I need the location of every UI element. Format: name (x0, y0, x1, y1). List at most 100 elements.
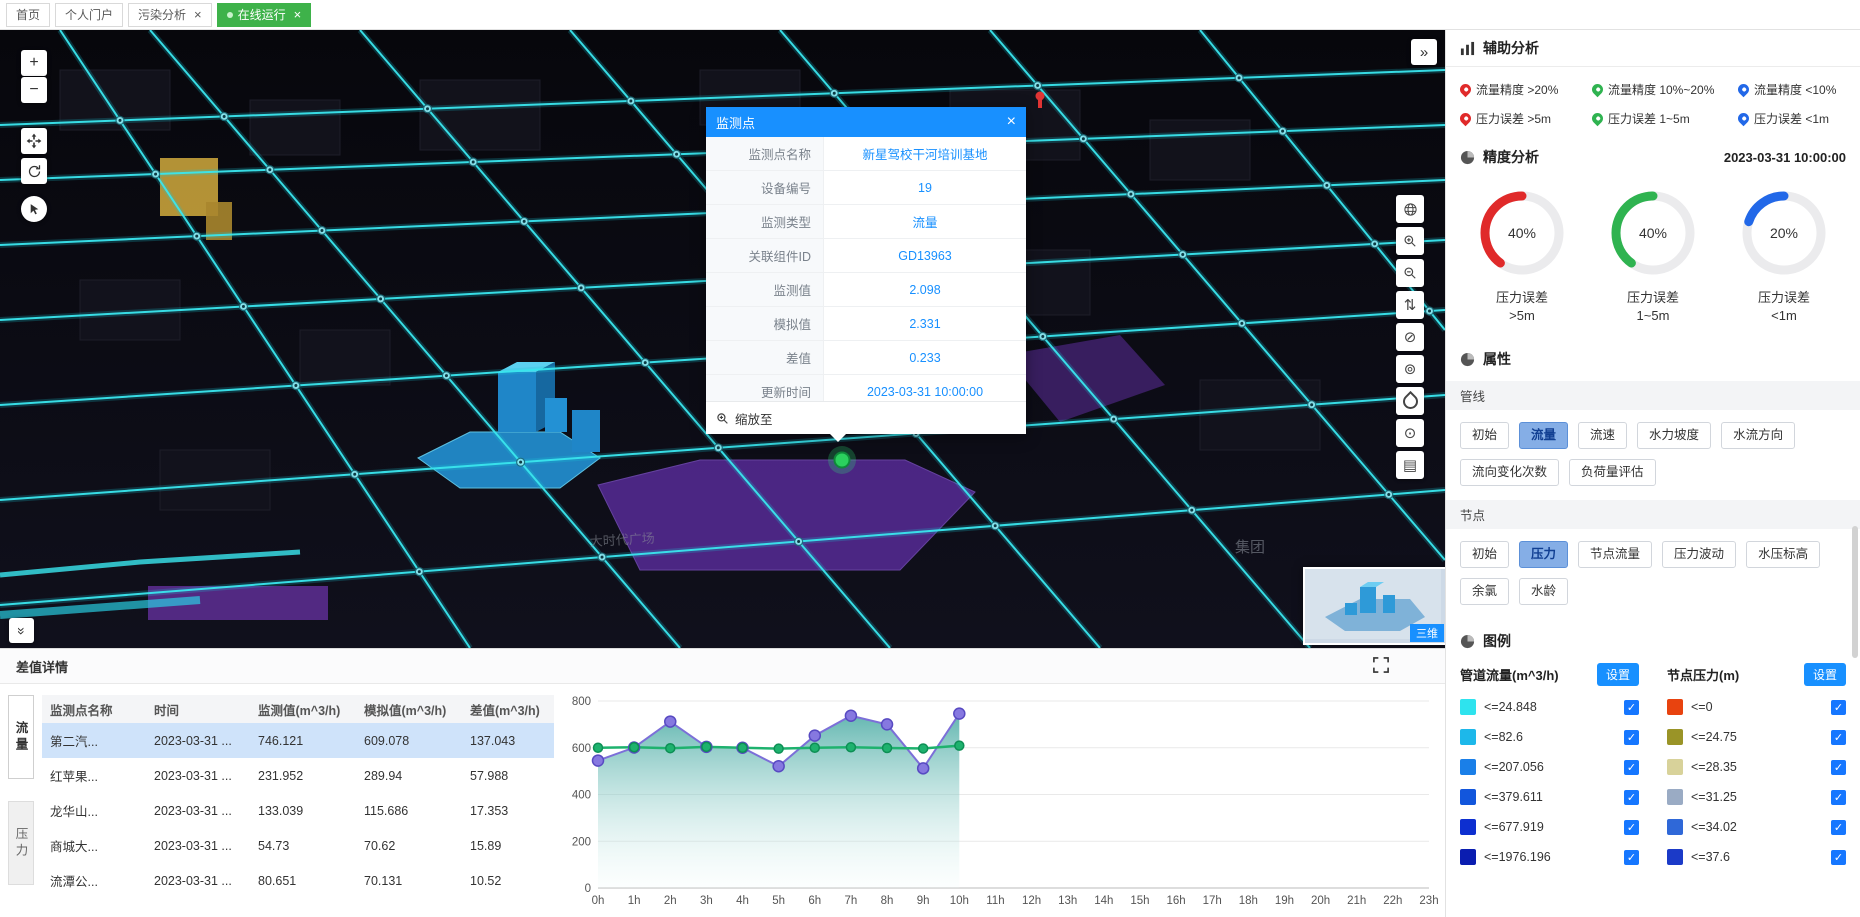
zoom-to-button[interactable]: 缩放至 (706, 401, 1026, 434)
popup-row-label: 模拟值 (706, 307, 824, 340)
pie-icon (1460, 150, 1475, 165)
svg-text:18h: 18h (1239, 895, 1258, 907)
tab-bar: 首页个人门户污染分析× 在线运行 × (0, 0, 1860, 30)
property-button-水压标高[interactable]: 水压标高 (1746, 541, 1820, 568)
popup-row: 监测值2.098 (706, 273, 1026, 307)
monitor-point-marker[interactable] (835, 453, 850, 468)
popup-header: 监测点 × (706, 107, 1026, 137)
popup-row-label: 差值 (706, 341, 824, 374)
legend-checkbox[interactable]: ✓ (1624, 790, 1639, 805)
tab-首页[interactable]: 首页 (6, 3, 50, 27)
table-row[interactable]: 第二汽...2023-03-31 ...746.121609.078137.04… (42, 723, 554, 758)
pointer-button[interactable] (21, 196, 47, 222)
legend-checkbox[interactable]: ✓ (1831, 790, 1846, 805)
popup-row-value-link[interactable]: 新星驾校干河培训基地 (824, 137, 1026, 170)
settings-button[interactable]: 设置 (1804, 663, 1846, 686)
sphere-icon[interactable]: ⊚ (1396, 355, 1424, 383)
vtab-压力[interactable]: 压力 (8, 801, 34, 885)
legend-checkbox[interactable]: ✓ (1831, 730, 1846, 745)
legend-swatch (1460, 759, 1476, 775)
property-button-水力坡度[interactable]: 水力坡度 (1637, 422, 1711, 449)
swap-vertical-icon[interactable]: ⇅ (1396, 291, 1424, 319)
table-row[interactable]: 龙华山...2023-03-31 ...133.039115.68617.353 (42, 793, 554, 828)
property-button-负荷量评估[interactable]: 负荷量评估 (1569, 459, 1656, 486)
table-row[interactable]: 商城大...2023-03-31 ...54.7370.6215.89 (42, 828, 554, 863)
table-header-cell: 模拟值(m^3/h) (356, 700, 462, 719)
minimap-3d-label[interactable]: 三维 (1410, 624, 1444, 642)
collapse-bottom-panel-button[interactable]: » (9, 618, 34, 643)
panel-scrollbar[interactable] (1852, 526, 1858, 658)
legend-checkbox[interactable]: ✓ (1624, 730, 1639, 745)
gauge-label-line1: 压力误差 (1758, 289, 1810, 307)
legend-item: <=31.25 ✓ (1667, 782, 1846, 812)
tab-label: 首页 (16, 6, 40, 23)
property-button-节点流量[interactable]: 节点流量 (1578, 541, 1652, 568)
map-3d-view[interactable]: 大时代广场 集团 +− 监测点 × 监测点名称新星驾校干河培训基地设备编号19监… (0, 30, 1445, 648)
zoom-out-icon[interactable] (1396, 259, 1424, 287)
difference-detail-panel: 差值详情 流量压力 监测点名称时间监测值(m^3/h)模拟值(m^3/h)差值(… (0, 648, 1445, 917)
property-button-初始[interactable]: 初始 (1460, 541, 1509, 568)
earth-icon[interactable] (1396, 195, 1424, 223)
table-row[interactable]: 流潭公...2023-03-31 ...80.65170.13110.52 (42, 863, 554, 898)
gauge-percent: 40% (1607, 187, 1699, 279)
map-pin-icon (1458, 111, 1474, 127)
zoom-out-button[interactable]: − (21, 77, 47, 103)
collapse-right-panel-button[interactable]: » (1411, 39, 1437, 65)
gauge-ring: 20% (1738, 187, 1830, 279)
disabled-circle-icon[interactable]: ⊘ (1396, 323, 1424, 351)
pan-button[interactable] (21, 128, 47, 154)
property-button-水龄[interactable]: 水龄 (1519, 578, 1568, 605)
tab-close-icon[interactable]: × (294, 8, 302, 21)
gauge-percent: 40% (1476, 187, 1568, 279)
legend-checkbox[interactable]: ✓ (1624, 820, 1639, 835)
legend-value-label: <=31.25 (1691, 790, 1737, 804)
gauge-percent: 20% (1738, 187, 1830, 279)
close-icon[interactable]: × (1007, 114, 1016, 130)
legend-item: <=379.611 ✓ (1460, 782, 1639, 812)
svg-text:14h: 14h (1094, 895, 1113, 907)
accuracy-section-header: 精度分析 2023-03-31 10:00:00 (1446, 147, 1860, 167)
zoom-in-icon[interactable] (1396, 227, 1424, 255)
settings-button[interactable]: 设置 (1597, 663, 1639, 686)
zoom-in-button[interactable]: + (21, 50, 47, 76)
popup-row-label: 关联组件ID (706, 239, 824, 272)
legend-section-header: 图例 (1446, 631, 1860, 651)
legend-column-title: 管道流量(m^3/h) (1460, 665, 1559, 684)
fullscreen-icon[interactable] (1373, 657, 1389, 678)
property-button-流向变化次数[interactable]: 流向变化次数 (1460, 459, 1559, 486)
property-button-压力[interactable]: 压力 (1519, 541, 1568, 568)
legend-column-title: 节点压力(m) (1667, 665, 1739, 684)
rotate-button[interactable] (21, 158, 47, 184)
svg-text:9h: 9h (917, 895, 930, 907)
legend-checkbox[interactable]: ✓ (1831, 850, 1846, 865)
legend-checkbox[interactable]: ✓ (1831, 700, 1846, 715)
legend-checkbox[interactable]: ✓ (1831, 760, 1846, 775)
property-button-初始[interactable]: 初始 (1460, 422, 1509, 449)
legend-swatch (1460, 729, 1476, 745)
property-button-流速[interactable]: 流速 (1578, 422, 1627, 449)
tab-个人门户[interactable]: 个人门户 (55, 3, 123, 27)
tab-在线运行[interactable]: 在线运行 × (217, 3, 312, 27)
property-button-水流方向[interactable]: 水流方向 (1721, 422, 1795, 449)
legend-checkbox[interactable]: ✓ (1624, 700, 1639, 715)
legend-value-label: <=379.611 (1484, 790, 1543, 804)
table-cell: 第二汽... (42, 731, 146, 750)
table-row[interactable]: 红苹果...2023-03-31 ...231.952289.9457.988 (42, 758, 554, 793)
legend-checkbox[interactable]: ✓ (1624, 760, 1639, 775)
minimap[interactable]: 三维 (1303, 567, 1445, 645)
property-button-余氯[interactable]: 余氯 (1460, 578, 1509, 605)
gauge-label-line2: >5m (1496, 307, 1548, 325)
layers-icon[interactable]: ▤ (1396, 451, 1424, 479)
vtab-流量[interactable]: 流量 (8, 695, 34, 779)
locate-icon[interactable]: ⊙ (1396, 419, 1424, 447)
tab-active-dot (227, 12, 233, 18)
popup-row-value: 2.331 (824, 307, 1026, 340)
droplet-icon[interactable] (1396, 387, 1424, 415)
tab-close-icon[interactable]: × (194, 8, 202, 21)
property-button-流量[interactable]: 流量 (1519, 422, 1568, 449)
tab-污染分析[interactable]: 污染分析× (128, 3, 212, 27)
legend-checkbox[interactable]: ✓ (1624, 850, 1639, 865)
property-button-压力波动[interactable]: 压力波动 (1662, 541, 1736, 568)
tab-label: 在线运行 (238, 6, 286, 23)
legend-checkbox[interactable]: ✓ (1831, 820, 1846, 835)
